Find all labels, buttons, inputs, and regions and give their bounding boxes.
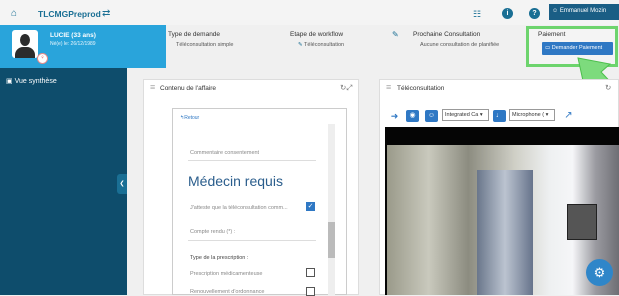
user-card-icon[interactable]: ☺: [425, 110, 438, 122]
edit-workflow-icon[interactable]: ✎: [392, 30, 399, 39]
teleconsultation-title: Téléconsultation: [397, 85, 445, 92]
collapse-nav-button[interactable]: ❮: [117, 174, 127, 194]
nav-vue-synthese[interactable]: ▣ Vue synthèse: [6, 77, 57, 85]
type-prescription-label: Type de la prescription :: [190, 255, 249, 261]
video-curtain-detail: [477, 170, 533, 295]
form-scrollbar[interactable]: [328, 124, 335, 295]
gear-icon[interactable]: ⚙: [586, 259, 613, 286]
user-menu-button[interactable]: ☺ Emmanuel Mozin: [549, 4, 619, 20]
teleconsult-hamburger-icon[interactable]: ≡: [386, 82, 391, 92]
info-icon[interactable]: i: [502, 8, 513, 19]
commentaire-field[interactable]: [188, 160, 316, 161]
patient-avatar: [12, 30, 38, 58]
user-icon: ☺: [552, 8, 559, 14]
microphone-icon[interactable]: ♩: [493, 110, 506, 122]
avatar-head: [20, 34, 30, 46]
type-demande-value: Téléconsultation simple: [176, 42, 234, 48]
retour-label: Retour: [184, 115, 200, 121]
patient-dob: Né(e) le: 26/12/1989: [50, 41, 96, 47]
camera-select[interactable]: Integrated Ca ▾: [442, 109, 489, 121]
local-video-preview[interactable]: [567, 204, 597, 240]
teleconsult-refresh-icon[interactable]: ↻: [605, 83, 611, 92]
prescription-med-checkbox[interactable]: [306, 268, 315, 277]
retour-link[interactable]: ↰Retour: [180, 115, 199, 121]
user-name: Emmanuel Mozin: [559, 8, 607, 14]
type-demande-section: Type de demande Téléconsultation simple: [166, 25, 286, 68]
hamburger-icon[interactable]: ≡: [150, 82, 155, 92]
attest-label: J'atteste que la téléconsultation comm..…: [190, 205, 288, 211]
patient-name: LUCIE (33 ans): [50, 32, 96, 39]
external-link-icon[interactable]: ↗: [562, 110, 575, 122]
top-bar: ⌂ TLCMGPreprod ⇄ ☷ i ? ☺ Emmanuel Mozin: [0, 0, 619, 25]
nav-vue-synthese-label: Vue synthèse: [14, 78, 57, 85]
card-icon: ▭: [545, 45, 552, 51]
sign-in-icon[interactable]: ➜: [388, 110, 401, 122]
consultation-value: Aucune consultation de planifiée: [420, 42, 500, 48]
compte-rendu-label: Compte rendu (*) :: [190, 229, 236, 235]
attest-checkbox[interactable]: ✓: [306, 202, 315, 211]
help-icon[interactable]: ?: [529, 8, 540, 19]
camera-select-value: Integrated Ca: [445, 112, 479, 118]
synthese-icon: ▣: [6, 78, 15, 85]
consultation-section: Prochaine Consultation Aucune consultati…: [410, 25, 525, 68]
app-title[interactable]: TLCMGPreprod: [38, 9, 101, 19]
compte-rendu-field[interactable]: [188, 240, 316, 241]
form-card: [172, 108, 347, 295]
workflow-value: ✎ Téléconsultation: [298, 42, 344, 48]
commentaire-label: Commentaire consentement: [190, 150, 260, 156]
home-icon[interactable]: ⌂: [11, 8, 17, 19]
patient-panel[interactable]: LUCIE (33 ans) Né(e) le: 26/12/1989: [0, 25, 166, 68]
workflow-title: Etape de workflow: [290, 31, 344, 38]
workflow-value-text: Téléconsultation: [304, 42, 345, 48]
refresh-expand-icon[interactable]: ↻⤢: [340, 83, 352, 93]
left-navigation: ▣ Vue synthèse: [0, 68, 127, 295]
consultation-title: Prochaine Consultation: [413, 31, 481, 38]
switch-icon[interactable]: ⇄: [102, 8, 110, 19]
renouvellement-label: Renouvellement d'ordonnance: [190, 289, 265, 295]
form-scroll-thumb[interactable]: [328, 222, 335, 258]
type-demande-title: Type de demande: [168, 31, 221, 38]
avatar-body: [15, 47, 35, 58]
payment-title: Paiement: [538, 31, 566, 38]
prescription-med-label: Prescription médicamenteuse: [190, 271, 263, 277]
medecin-requis-title: Médecin requis: [188, 173, 283, 189]
female-gender-icon: ♀: [37, 53, 48, 64]
contenu-affaire-title: Contenu de l'affaire: [160, 85, 217, 92]
microphone-select-value: Microphone (: [512, 112, 545, 118]
microphone-select[interactable]: Microphone ( ▾: [509, 109, 555, 121]
grid-icon[interactable]: ☷: [473, 9, 481, 20]
camera-icon[interactable]: ◉: [406, 110, 419, 122]
